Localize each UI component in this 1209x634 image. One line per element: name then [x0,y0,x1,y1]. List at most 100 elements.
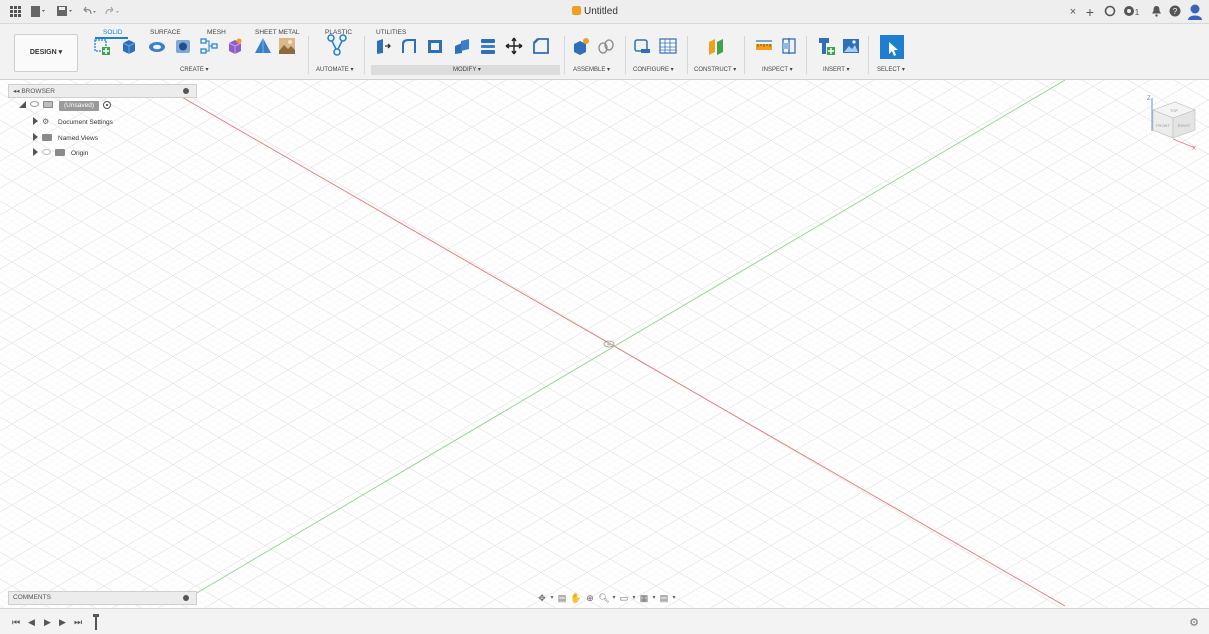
browser-title-text: BROWSER [21,88,55,95]
expand-right-icon[interactable] [33,148,38,156]
fusion-app-window: Untitled × + 1 ? DESIGN ▾ SOLID SURFACE … [0,0,1209,634]
zoom-icon[interactable]: ⊕ [584,592,596,604]
help-icon[interactable]: ? [1168,5,1182,19]
3d-viewport-canvas[interactable] [0,80,1209,608]
toolbar-ribbon: DESIGN ▾ SOLID SURFACE MESH SHEET METAL … [0,24,1209,80]
create-sketch-icon[interactable] [93,37,111,55]
primitive-cone-icon[interactable] [254,37,272,55]
expand-down-icon[interactable] [19,101,26,108]
play-icon[interactable]: ▶ [44,617,51,627]
new-component-icon[interactable] [572,37,590,55]
automate-menu[interactable]: AUTOMATE ▾ [316,66,353,73]
expand-right-icon[interactable] [33,117,38,125]
browser-item-label: Origin [71,150,89,157]
go-to-start-icon[interactable]: ⏮ [12,617,20,627]
job-status-icon[interactable]: 1 [1120,5,1142,19]
timeline-marker-icon[interactable] [93,614,99,630]
redo-icon[interactable] [104,6,122,18]
inspect-menu[interactable]: INSPECT ▾ [762,66,793,73]
tab-mesh[interactable]: MESH [207,29,226,36]
save-icon[interactable] [57,6,73,18]
notifications-icon[interactable] [1149,5,1163,19]
form-icon[interactable] [226,37,244,55]
offset-plane-icon[interactable] [706,37,728,55]
insert-menu[interactable]: INSERT ▾ [823,66,849,73]
gear-icon: ⚙ [42,117,50,126]
assemble-menu[interactable]: ASSEMBLE ▾ [573,66,610,73]
pin-icon[interactable] [183,88,189,94]
timeline-bar: ⏮ ◀ ▶ ▶ ⏭ ⚙ [0,608,1209,634]
svg-text:?: ? [1173,7,1178,16]
step-back-icon[interactable]: ◀ [28,617,35,627]
select-menu[interactable]: SELECT ▾ [877,66,905,73]
browser-title: ◂◂ BROWSER [13,87,55,95]
hole-icon[interactable] [174,37,192,55]
move-copy-icon[interactable] [505,37,523,55]
tab-sheet-metal[interactable]: SHEET METAL [255,29,300,36]
automate-icon[interactable] [326,34,348,56]
tab-solid[interactable]: SOLID [103,29,123,36]
combine-icon[interactable] [453,37,471,55]
view-cube-front-label: FRONT [1156,123,1170,128]
app-grid-icon[interactable] [10,6,21,18]
select-icon[interactable] [880,35,904,59]
modify-menu[interactable]: MODIFY ▾ [453,66,481,73]
look-at-icon[interactable]: ▤ [556,592,568,604]
browser-item-origin[interactable]: Origin [33,148,88,157]
step-forward-icon[interactable]: ▶ [59,617,66,627]
close-tab-icon[interactable]: × [1066,5,1080,19]
configuration-table-icon[interactable] [659,37,677,55]
browser-item-document-settings[interactable]: ⚙ Document Settings [33,117,113,126]
pattern-icon[interactable] [200,37,218,55]
view-cube[interactable]: TOP FRONT RIGHT Z X [1145,92,1197,150]
tab-utilities[interactable]: UTILITIES [376,29,406,36]
browser-root-row[interactable]: (Unsaved) [19,101,111,111]
workspace-switcher-button[interactable]: DESIGN ▾ [14,34,78,72]
extrude-icon[interactable] [120,37,138,55]
expand-right-icon[interactable] [33,133,38,141]
extensions-icon[interactable] [1103,5,1117,19]
configure-icon[interactable] [633,37,651,55]
user-avatar-icon[interactable] [1187,3,1203,21]
title-bar: Untitled × + 1 ? [0,0,1209,24]
group-divider [744,36,745,74]
root-component-label: (Unsaved) [59,101,99,111]
folder-icon [55,149,65,156]
visibility-eye-hidden-icon[interactable] [42,149,51,155]
dropdown-arrow-icon[interactable]: ▾ [668,592,680,604]
navigation-bar: ✥ ▾ ▤ ✋ ⊕ 🔍︎ ▾ ▭ ▾ ▦ ▾ ▤ ▾ [536,592,686,604]
section-analysis-icon[interactable] [780,37,798,55]
job-status-count: 1 [1134,8,1140,17]
go-to-end-icon[interactable]: ⏭ [74,617,82,627]
measure-icon[interactable] [755,37,773,55]
file-menu-icon[interactable] [31,6,47,18]
group-divider [308,36,309,74]
pin-icon[interactable] [183,595,189,601]
chamfer-icon[interactable] [532,37,550,55]
activate-radio-icon[interactable] [102,101,111,109]
construct-menu[interactable]: CONSTRUCT ▾ [694,66,736,73]
fillet-icon[interactable] [400,37,418,55]
view-cube-right-label: RIGHT [1178,123,1191,128]
pan-hand-icon[interactable]: ✋ [570,592,582,604]
timeline-settings-gear-icon[interactable]: ⚙ [1189,616,1199,629]
create-menu[interactable]: CREATE ▾ [180,66,209,73]
view-cube-top-label: TOP [1170,108,1178,113]
shell-icon[interactable] [426,37,444,55]
insert-canvas-icon[interactable] [842,37,860,55]
comments-panel-header[interactable]: COMMENTS [8,591,197,605]
tab-surface[interactable]: SURFACE [150,29,181,36]
insert-derive-icon[interactable] [817,37,835,55]
decal-icon[interactable] [278,37,296,55]
joint-icon[interactable] [597,37,615,55]
group-divider [806,36,807,74]
browser-item-named-views[interactable]: Named Views [33,133,98,142]
press-pull-icon[interactable] [374,37,392,55]
revolve-icon[interactable] [148,37,166,55]
configure-menu[interactable]: CONFIGURE ▾ [633,66,674,73]
new-tab-icon[interactable]: + [1083,5,1097,19]
visibility-eye-icon[interactable] [30,101,39,107]
undo-icon[interactable] [82,6,98,18]
split-body-icon[interactable] [479,37,497,55]
browser-panel-header[interactable]: ◂◂ BROWSER [8,84,197,98]
